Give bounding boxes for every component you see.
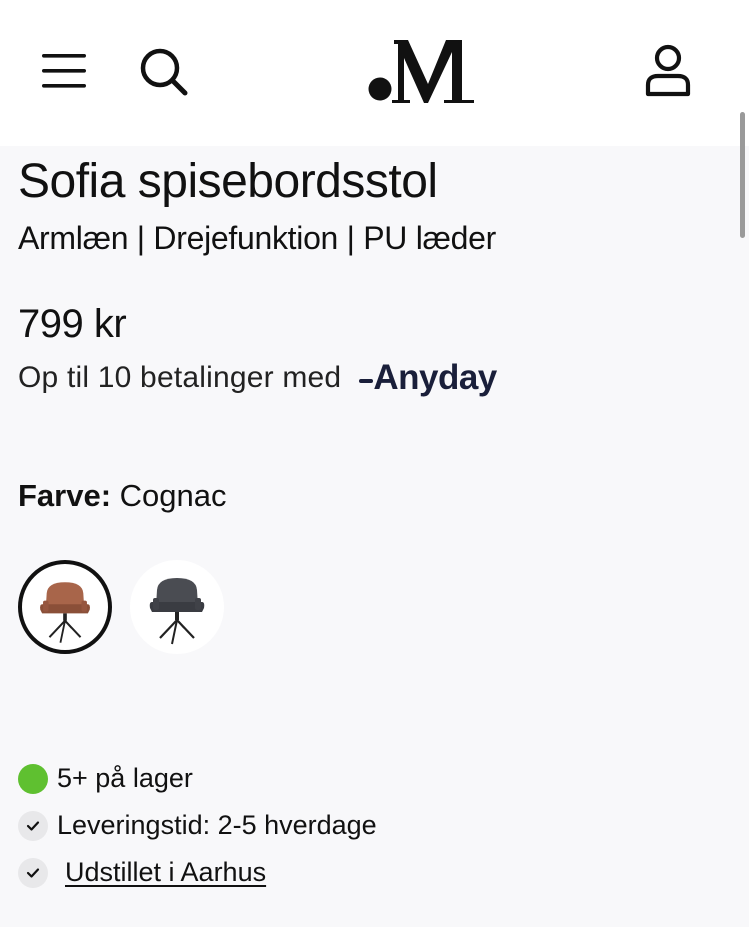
- showroom-info: Udstillet i Aarhus: [18, 857, 266, 888]
- product-title: Sofia spisebordsstol: [18, 155, 438, 208]
- chair-grey-icon: [149, 578, 205, 645]
- anyday-logo[interactable]: Anyday: [359, 358, 497, 398]
- in-stock-dot-icon: [18, 763, 48, 794]
- color-value: Cognac: [119, 478, 227, 513]
- anyday-dash-icon: [359, 379, 374, 383]
- product-price: 799 kr: [18, 302, 127, 346]
- brand-logo[interactable]: [366, 36, 478, 106]
- menu-icon: [42, 54, 86, 88]
- color-swatch-grey[interactable]: [130, 560, 224, 654]
- product-subtitle: Armlæn | Drejefunktion | PU læder: [18, 220, 497, 256]
- logo-icon: [368, 40, 474, 103]
- color-selection-label: Farve: Cognac: [18, 478, 227, 514]
- search-button[interactable]: [138, 46, 190, 98]
- color-swatch-cognac[interactable]: [18, 560, 112, 654]
- scrollbar[interactable]: [740, 112, 745, 238]
- delivery-time: Leveringstid: 2-5 hverdage: [18, 810, 377, 841]
- chair-cognac-icon: [40, 582, 90, 643]
- account-button[interactable]: [644, 44, 692, 98]
- stock-status: 5+ på lager: [18, 763, 193, 794]
- delivery-text: Leveringstid: 2-5 hverdage: [57, 810, 377, 840]
- installments-text: Op til 10 betalinger med: [18, 361, 342, 394]
- checkmark-icon: [18, 810, 48, 841]
- checkmark-icon: [18, 857, 48, 888]
- site-header: [0, 0, 749, 146]
- stock-text: 5+ på lager: [57, 763, 193, 793]
- showroom-link[interactable]: Udstillet i Aarhus: [65, 857, 266, 888]
- user-icon: [645, 44, 691, 97]
- anyday-logo-text: Anyday: [373, 358, 497, 397]
- installments-info: Op til 10 betalinger med Anyday: [18, 358, 497, 398]
- menu-button[interactable]: [40, 52, 88, 90]
- color-label: Farve:: [18, 478, 112, 513]
- search-icon: [140, 48, 188, 96]
